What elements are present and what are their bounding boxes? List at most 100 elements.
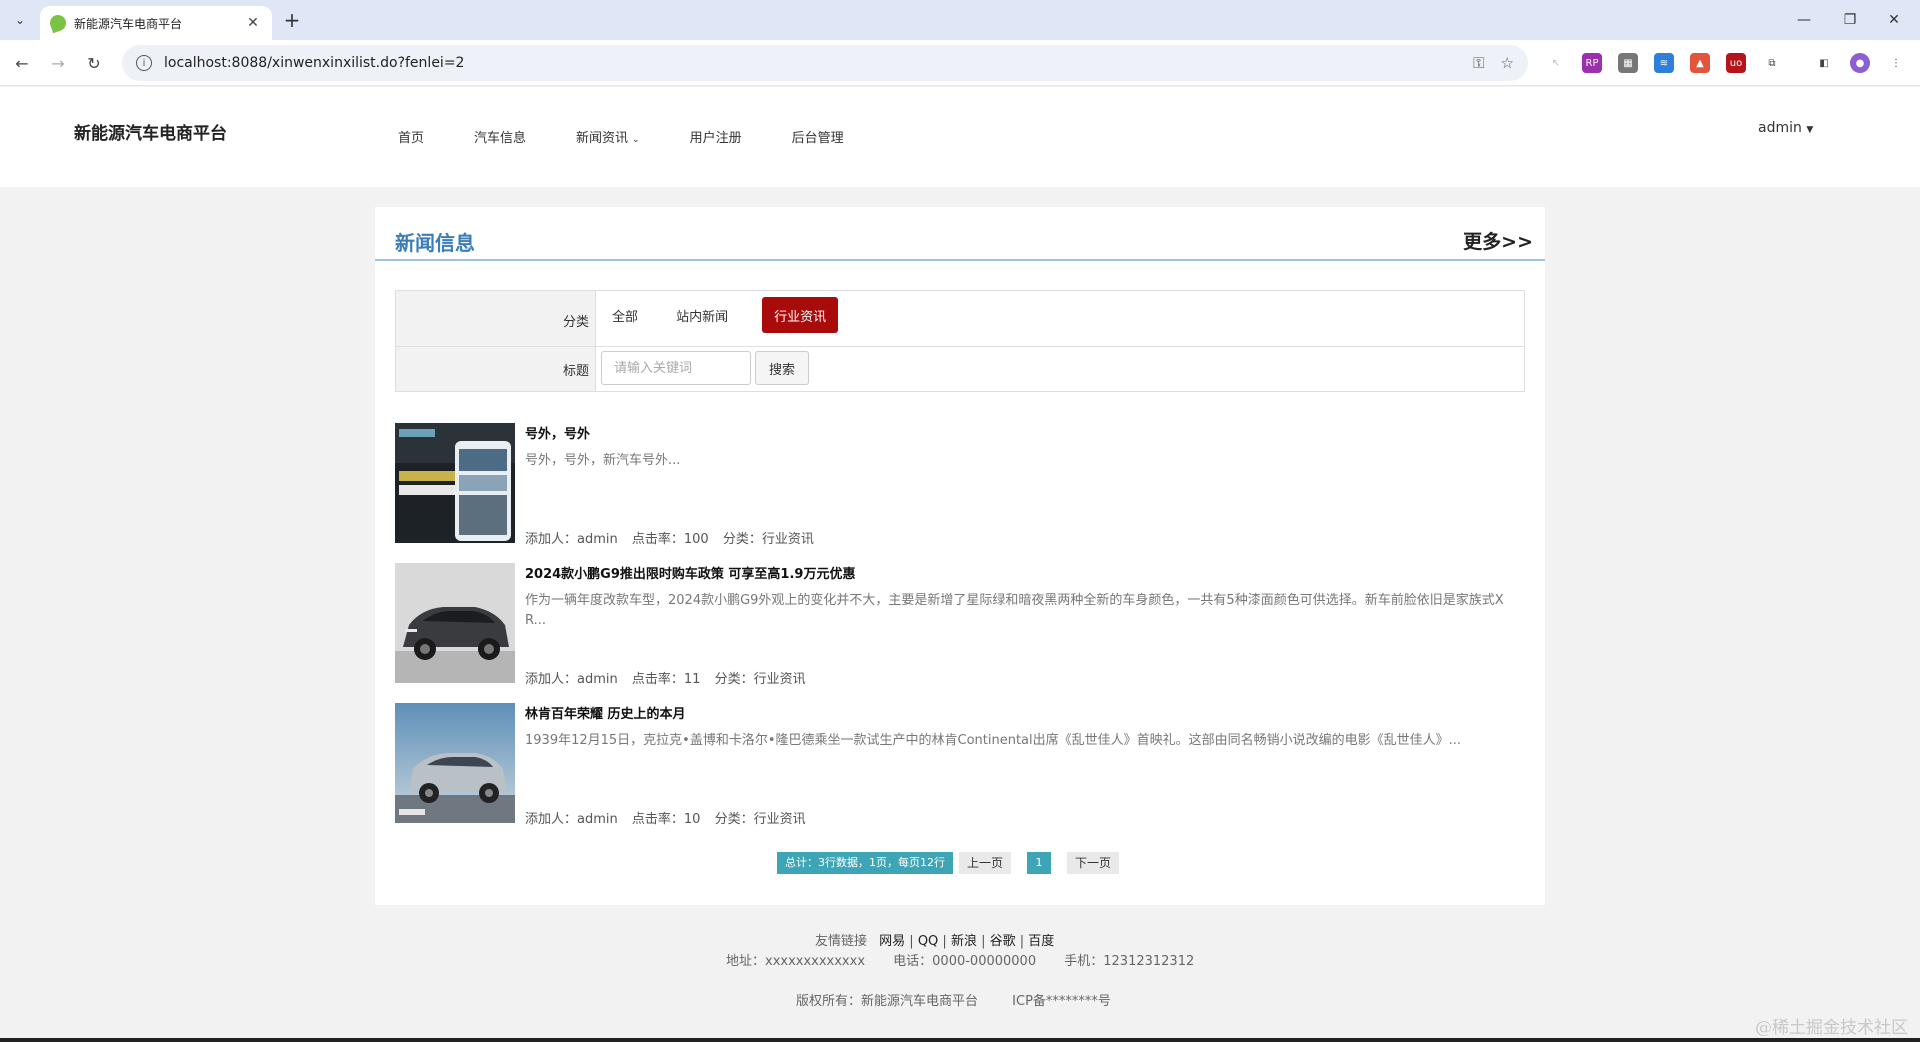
bookmark-star-icon[interactable]: ☆	[1501, 54, 1514, 72]
site-header: 新能源汽车电商平台 首页 汽车信息 新闻资讯 ⌄ 用户注册 后台管理 admin …	[0, 87, 1920, 187]
category-all[interactable]: 全部	[610, 297, 640, 333]
filter-panel: 分类 全部 站内新闻 行业资讯 标题 搜索	[395, 290, 1525, 392]
browser-tab[interactable]: 新能源汽车电商平台 ✕	[40, 6, 272, 40]
news-item[interactable]: 林肯百年荣耀 历史上的本月 1939年12月15日，克拉克•盖博和卡洛尔•隆巴德…	[395, 703, 1525, 827]
pagination-total: 总计：3行数据，1页，每页12行	[777, 852, 953, 874]
link-qq[interactable]: QQ	[918, 934, 938, 949]
category-label: 分类	[396, 291, 596, 346]
nav-news-label: 新闻资讯	[576, 131, 629, 146]
news-summary: 号外，号外，新汽车号外...	[525, 453, 681, 468]
nav-news[interactable]: 新闻资讯 ⌄	[576, 127, 640, 146]
news-item[interactable]: 号外，号外 号外，号外，新汽车号外... 添加人：admin 点击率：100 分…	[395, 423, 1525, 547]
news-category: 分类：行业资讯	[722, 532, 814, 547]
browser-tab-bar: ⌄ 新能源汽车电商平台 ✕ + — ❐ ✕	[0, 0, 1920, 40]
copyright: 版权所有：新能源汽车电商平台 ICP备********号	[796, 990, 1141, 1009]
profile-avatar-icon[interactable]: ●	[1850, 53, 1870, 73]
site-logo[interactable]: 新能源汽车电商平台	[74, 119, 227, 144]
news-clicks: 点击率：11	[631, 672, 701, 687]
extension-cursor-icon[interactable]: ↖	[1546, 53, 1566, 73]
tab-search-chevron-icon[interactable]: ⌄	[8, 8, 32, 32]
news-title[interactable]: 林肯百年荣耀 历史上的本月	[525, 703, 686, 722]
new-tab-icon[interactable]: +	[280, 8, 304, 32]
nav-register[interactable]: 用户注册	[690, 127, 742, 146]
footer-copyright: 版权所有：新能源汽车电商平台	[796, 994, 979, 1009]
restore-icon[interactable]: ❐	[1830, 8, 1870, 32]
extension-gallery-icon[interactable]: ▦	[1618, 53, 1638, 73]
nav-home[interactable]: 首页	[398, 127, 424, 146]
title-divider	[375, 259, 1545, 261]
next-page-button[interactable]: 下一页	[1067, 852, 1120, 874]
password-key-icon[interactable]: ⚿	[1473, 54, 1484, 72]
section-title: 新闻信息	[395, 231, 475, 255]
news-card: 新闻信息 更多>> 分类 全部 站内新闻 行业资讯 标题 搜索	[375, 207, 1545, 905]
extension-layers-icon[interactable]: ≋	[1654, 53, 1674, 73]
footer-mobile: 手机：12312312312	[1064, 954, 1195, 969]
taskbar-edge	[0, 1038, 1920, 1042]
news-summary: 作为一辆年度改款车型，2024款小鹏G9外观上的变化并不大，主要是新增了星际绿和…	[525, 593, 1504, 628]
link-baidu[interactable]: 百度	[1028, 934, 1054, 949]
suv-photo	[395, 563, 515, 683]
side-panel-icon[interactable]: ◧	[1814, 53, 1834, 73]
nav-cars[interactable]: 汽车信息	[474, 127, 526, 146]
extension-rp-icon[interactable]: RP	[1582, 53, 1602, 73]
back-icon[interactable]: ←	[10, 51, 34, 75]
suv-photo	[395, 703, 515, 823]
news-clicks: 点击率：100	[631, 532, 709, 547]
close-tab-icon[interactable]: ✕	[244, 15, 262, 31]
news-summary: 1939年12月15日，克拉克•盖博和卡洛尔•隆巴德乘坐一款试生产中的林肯Con…	[525, 733, 1462, 748]
news-category: 分类：行业资讯	[714, 672, 806, 687]
minimize-icon[interactable]: —	[1784, 8, 1824, 32]
news-thumbnail[interactable]	[395, 423, 515, 543]
category-row: 分类 全部 站内新闻 行业资讯	[396, 291, 1524, 347]
friend-links: 友情链接 网易 | QQ | 新浪 | 谷歌 | 百度	[815, 934, 1055, 949]
news-meta: 添加人：admin 点击率：11 分类：行业资讯	[525, 668, 816, 687]
current-page-button[interactable]: 1	[1027, 852, 1052, 874]
title-row: 标题 搜索	[396, 347, 1524, 391]
leaf-favicon-icon	[47, 12, 69, 34]
news-title[interactable]: 号外，号外	[525, 423, 590, 442]
news-title[interactable]: 2024款小鹏G9推出限时购车政策 可享至高1.9万元优惠	[525, 563, 855, 582]
search-button[interactable]: 搜索	[755, 351, 809, 385]
close-window-icon[interactable]: ✕	[1874, 8, 1914, 32]
news-item[interactable]: 2024款小鹏G9推出限时购车政策 可享至高1.9万元优惠 作为一辆年度改款车型…	[395, 563, 1525, 687]
contact-info: 地址：xxxxxxxxxxxxx 电话：0000-00000000 手机：123…	[726, 950, 1218, 969]
category-site-news[interactable]: 站内新闻	[673, 297, 731, 333]
footer-address: 地址：xxxxxxxxxxxxx	[726, 954, 866, 969]
news-meta: 添加人：admin 点击率：10 分类：行业资讯	[525, 808, 816, 827]
category-industry-active[interactable]: 行业资讯	[762, 297, 839, 333]
caret-down-icon: ▼	[1806, 125, 1814, 135]
tab-title: 新能源汽车电商平台	[74, 16, 183, 31]
reload-icon[interactable]: ↻	[82, 51, 106, 75]
more-link[interactable]: 更多>>	[1463, 227, 1533, 254]
pagination: 总计：3行数据，1页，每页12行 上一页 1 下一页	[777, 852, 1120, 874]
footer-icp: ICP备********号	[1012, 994, 1111, 1009]
url-text[interactable]: localhost:8088/xinwenxinxilist.do?fenlei…	[164, 55, 1457, 71]
title-label: 标题	[396, 347, 596, 391]
address-bar[interactable]: i localhost:8088/xinwenxinxilist.do?fenl…	[122, 45, 1528, 81]
link-google[interactable]: 谷歌	[990, 934, 1016, 949]
forward-icon[interactable]: →	[46, 51, 70, 75]
keyword-search-input[interactable]	[601, 351, 751, 385]
news-meta: 添加人：admin 点击率：100 分类：行业资讯	[525, 528, 824, 547]
site-info-icon[interactable]: i	[136, 55, 152, 71]
footer-phone: 电话：0000-00000000	[893, 954, 1037, 969]
extension-ublock-icon[interactable]: uo	[1726, 53, 1746, 73]
link-netease[interactable]: 网易	[879, 934, 905, 949]
main-nav: 首页 汽车信息 新闻资讯 ⌄ 用户注册 后台管理	[398, 127, 894, 146]
nav-admin[interactable]: 后台管理	[792, 127, 844, 146]
news-category: 分类：行业资讯	[714, 812, 806, 827]
chevron-down-icon: ⌄	[632, 135, 640, 145]
friend-links-label: 友情链接	[815, 934, 868, 949]
news-thumbnail[interactable]	[395, 563, 515, 683]
news-author: 添加人：admin	[525, 812, 618, 827]
user-menu[interactable]: admin ▼	[1758, 120, 1813, 136]
browser-menu-icon[interactable]: ⋮	[1886, 53, 1906, 73]
watermark: @稀土掘金技术社区	[1755, 1018, 1908, 1038]
news-thumbnail[interactable]	[395, 703, 515, 823]
prev-page-button[interactable]: 上一页	[959, 852, 1012, 874]
extensions-puzzle-icon[interactable]: ⧉	[1762, 53, 1782, 73]
browser-toolbar: ← → ↻ i localhost:8088/xinwenxinxilist.d…	[0, 40, 1920, 86]
extension-red-icon[interactable]: ▲	[1690, 53, 1710, 73]
link-sina[interactable]: 新浪	[951, 934, 977, 949]
news-author: 添加人：admin	[525, 672, 618, 687]
